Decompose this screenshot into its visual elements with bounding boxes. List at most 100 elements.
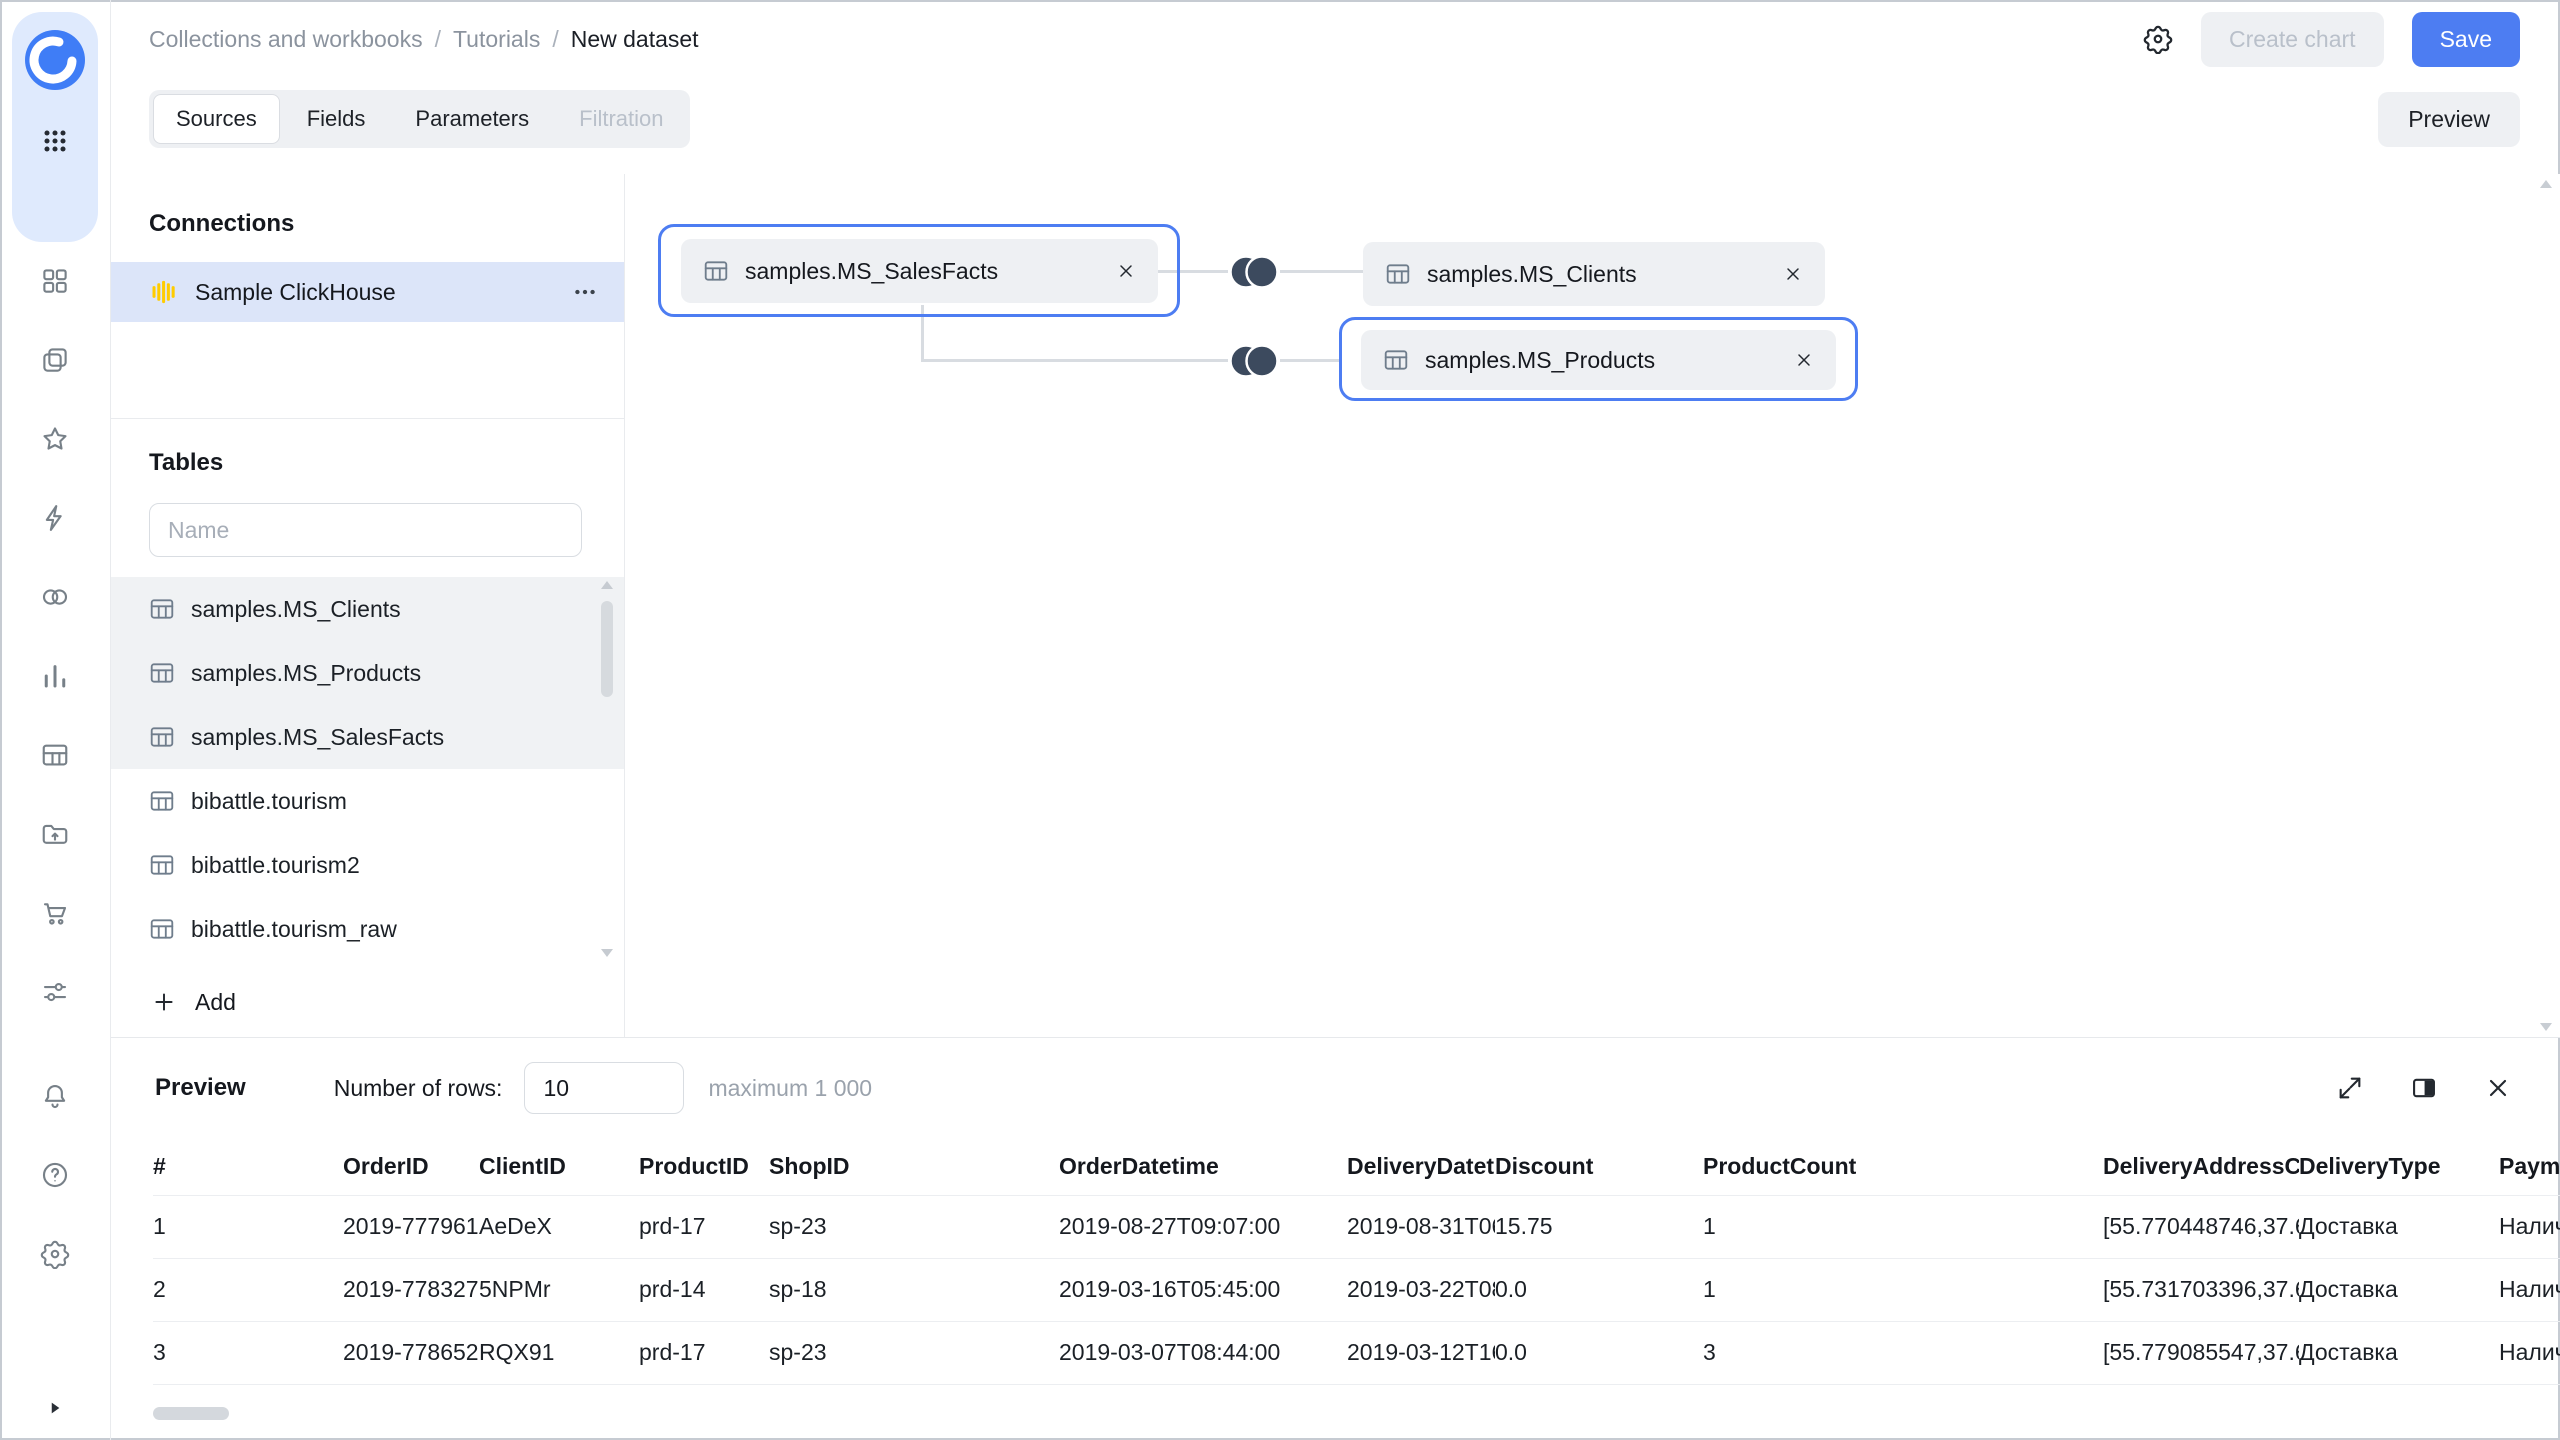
table-icon [149, 596, 175, 622]
rail-collapse-button[interactable] [32, 1388, 78, 1428]
connection-menu-button[interactable] [572, 279, 598, 305]
table-icon [703, 258, 729, 284]
save-button[interactable]: Save [2412, 12, 2520, 67]
table-list-item[interactable]: samples.MS_SalesFacts [111, 705, 624, 769]
breadcrumb-item-tutorials[interactable]: Tutorials [453, 26, 540, 53]
rows-count-input[interactable] [524, 1062, 684, 1114]
scroll-down-arrow[interactable] [601, 949, 613, 957]
cell-orderid: 2019-778652 [343, 1321, 479, 1384]
connections-title: Connections [149, 210, 624, 238]
preview-toggle-button[interactable]: Preview [2378, 92, 2520, 147]
datalens-logo[interactable] [23, 28, 87, 97]
rail-bottom [32, 1073, 78, 1440]
cell-deliverytype: Доставка [2299, 1195, 2499, 1258]
rail-item-storage[interactable] [32, 811, 78, 857]
cell-deliverydatetime: 2019-08-31T06:19:00 [1347, 1195, 1495, 1258]
rail-item-charts[interactable] [32, 653, 78, 699]
dataset-canvas: samples.MS_SalesFacts samples.MS_Clients [625, 174, 2560, 1037]
source-node-salesfacts[interactable]: samples.MS_SalesFacts [681, 239, 1158, 303]
close-preview-button[interactable] [2484, 1074, 2512, 1102]
tab-sources[interactable]: Sources [153, 94, 280, 144]
gear-icon [40, 1239, 70, 1269]
node-close-button[interactable] [1794, 350, 1814, 370]
topbar-actions: Create chart Save [2143, 12, 2520, 67]
table-list-item[interactable]: samples.MS_Products [111, 641, 624, 705]
rail-item-datasets[interactable] [32, 732, 78, 778]
rail-item-connections[interactable] [32, 574, 78, 620]
table-list-item[interactable]: bibattle.tourism [111, 769, 624, 833]
bell-icon [40, 1081, 70, 1111]
table-row: 3 2019-778652 RQX91 prd-17 sp-23 2019-03… [153, 1321, 2560, 1384]
add-table-button[interactable]: Add [111, 975, 624, 1029]
source-node-products[interactable]: samples.MS_Products [1361, 330, 1836, 390]
sidebar-rail [0, 0, 111, 1440]
column-header: DeliveryDatetime [1347, 1138, 1495, 1195]
table-name: bibattle.tourism_raw [191, 916, 397, 943]
cell-deliveryaddresscoord: [55.779085547,37.667546557] [2103, 1321, 2299, 1384]
rail-item-collections[interactable] [32, 258, 78, 304]
scroll-thumb[interactable] [153, 1407, 229, 1420]
node-label: samples.MS_Products [1425, 347, 1655, 374]
rail-nav [32, 258, 78, 1015]
ellipsis-icon [572, 279, 598, 305]
cell-deliveryaddresscoord: [55.770448746,37.653992226] [2103, 1195, 2299, 1258]
preview-panel: Preview Number of rows: maximum 1 000 [111, 1037, 2560, 1440]
rail-item-help[interactable] [32, 1152, 78, 1198]
clickhouse-icon [149, 278, 177, 306]
cell-orderdatetime: 2019-08-27T09:07:00 [1059, 1195, 1347, 1258]
add-table-label: Add [195, 989, 236, 1016]
split-view-button[interactable] [2410, 1074, 2438, 1102]
scroll-up-arrow[interactable] [601, 581, 613, 589]
table-list-scrollbar[interactable] [600, 581, 614, 957]
join-icon-products[interactable] [1225, 342, 1283, 385]
cell-discount: 0.0 [1495, 1321, 1703, 1384]
breadcrumb: Collections and workbooks / Tutorials / … [149, 26, 699, 53]
node-close-button[interactable] [1116, 261, 1136, 281]
table-icon [40, 740, 70, 770]
table-search-input[interactable] [149, 503, 582, 557]
rail-item-service-settings[interactable] [32, 969, 78, 1015]
node-close-button[interactable] [1783, 264, 1803, 284]
table-name: bibattle.tourism [191, 788, 347, 815]
cell-paymenttype: Наличные [2499, 1321, 2560, 1384]
rail-item-marketplace[interactable] [32, 890, 78, 936]
rail-item-editor[interactable] [32, 495, 78, 541]
bar-chart-icon [40, 661, 70, 691]
table-icon [149, 724, 175, 750]
rail-item-favorites[interactable] [32, 416, 78, 462]
tab-fields[interactable]: Fields [284, 94, 389, 144]
cell-discount: 15.75 [1495, 1195, 1703, 1258]
table-list-item[interactable]: samples.MS_Clients [111, 577, 624, 641]
join-icon-clients[interactable] [1225, 253, 1283, 296]
cell-index: 3 [153, 1321, 343, 1384]
topbar: Collections and workbooks / Tutorials / … [111, 0, 2560, 78]
preview-table: #OrderIDClientIDProductIDShopIDOrderDate… [153, 1138, 2560, 1385]
rows-max-hint: maximum 1 000 [708, 1075, 872, 1102]
cell-orderid: 2019-778327 [343, 1258, 479, 1321]
cell-paymenttype: Наличные [2499, 1195, 2560, 1258]
expand-preview-button[interactable] [2336, 1074, 2364, 1102]
table-list-item[interactable]: bibattle.tourism_raw [111, 897, 624, 961]
table-row: 2 2019-778327 5NPMr prd-14 sp-18 2019-03… [153, 1258, 2560, 1321]
rail-item-notifications[interactable] [32, 1073, 78, 1119]
source-node-clients[interactable]: samples.MS_Clients [1363, 242, 1825, 306]
breadcrumb-separator: / [552, 26, 558, 53]
breadcrumb-item-collections[interactable]: Collections and workbooks [149, 26, 423, 53]
canvas-scroll-down[interactable] [2540, 1023, 2552, 1031]
dataset-settings-button[interactable] [2143, 24, 2173, 54]
connector [921, 305, 924, 361]
rail-item-workbooks[interactable] [32, 337, 78, 383]
cell-productid: prd-17 [639, 1321, 769, 1384]
connection-item-sample-clickhouse[interactable]: Sample ClickHouse [111, 262, 624, 322]
horizontal-scrollbar[interactable] [153, 1407, 2560, 1420]
connector [1158, 270, 1228, 273]
scroll-thumb[interactable] [601, 601, 613, 697]
table-list-item[interactable]: bibattle.tourism2 [111, 833, 624, 897]
rail-item-settings[interactable] [32, 1231, 78, 1277]
connection-name: Sample ClickHouse [195, 279, 396, 306]
tab-parameters[interactable]: Parameters [392, 94, 552, 144]
apps-grid-icon[interactable] [39, 125, 71, 162]
canvas-scroll-up[interactable] [2540, 180, 2552, 188]
table-icon [1385, 261, 1411, 287]
create-chart-button: Create chart [2201, 12, 2384, 67]
